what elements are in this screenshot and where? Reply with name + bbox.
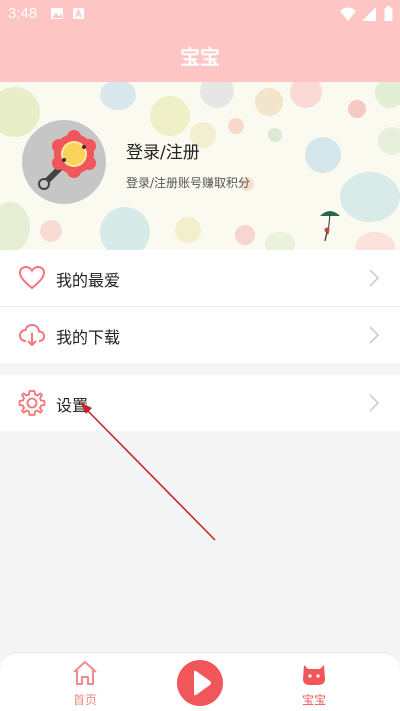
- decor-dot: [265, 232, 295, 250]
- decor-dot: [255, 88, 283, 116]
- decor-dot: [200, 82, 234, 108]
- wifi-icon: [340, 7, 356, 21]
- avatar[interactable]: [22, 120, 106, 204]
- play-icon: [194, 670, 211, 696]
- decor-dot: [268, 128, 282, 142]
- menu-item-favorites[interactable]: 我的最爱: [0, 250, 400, 306]
- decor-dot: [305, 137, 341, 173]
- login-subtitle: 登录/注册账号赚取积分: [126, 176, 251, 190]
- menu-item-downloads[interactable]: 我的下载: [0, 307, 400, 363]
- decor-dot: [355, 232, 395, 250]
- decor-dot: [150, 96, 190, 136]
- baby-face-icon: [303, 665, 325, 685]
- chevron-right-icon: [369, 326, 380, 344]
- status-time: 3:48: [8, 5, 38, 22]
- decor-dot: [375, 82, 400, 108]
- tab-label-home: 首页: [72, 693, 97, 707]
- decor-dot: [100, 82, 136, 110]
- signal-icon: [362, 7, 376, 21]
- decor-dot: [235, 225, 255, 245]
- title-bar: 宝宝: [0, 28, 400, 82]
- cloud-download-icon: [18, 323, 46, 347]
- decor-dot: [378, 127, 400, 155]
- status-bar: 3:48: [0, 0, 400, 28]
- umbrella-figure-icon: [320, 211, 340, 242]
- tab-label-baby: 宝宝: [301, 693, 326, 707]
- home-icon: [73, 661, 97, 685]
- menu-item-settings[interactable]: 设置: [0, 375, 400, 431]
- play-button[interactable]: [177, 660, 223, 706]
- menu-label-settings: 设置: [56, 396, 89, 415]
- page-title: 宝宝: [180, 45, 220, 69]
- login-register-link[interactable]: 登录/注册: [126, 138, 200, 163]
- decor-dot: [175, 217, 201, 243]
- chevron-right-icon: [369, 394, 380, 412]
- notification-a-icon: [73, 8, 84, 19]
- decor-dot: [228, 118, 244, 134]
- gear-icon: [18, 390, 46, 416]
- battery-icon: [384, 6, 393, 21]
- menu-label-favorites: 我的最爱: [56, 271, 121, 290]
- menu-label-downloads: 我的下载: [56, 328, 121, 347]
- decor-dot: [290, 82, 322, 108]
- decor-dot: [348, 100, 366, 118]
- decor-dot: [40, 220, 62, 242]
- decor-dot: [0, 202, 30, 250]
- chevron-right-icon: [369, 269, 380, 287]
- tab-baby[interactable]: 宝宝: [269, 653, 359, 711]
- decor-dot: [340, 172, 400, 222]
- avatar-rattle-icon: [38, 130, 96, 190]
- tab-home[interactable]: 首页: [40, 653, 130, 711]
- image-icon: [51, 8, 63, 19]
- heart-icon: [18, 265, 46, 290]
- decor-dot: [100, 207, 150, 250]
- decor-dot: [0, 87, 40, 137]
